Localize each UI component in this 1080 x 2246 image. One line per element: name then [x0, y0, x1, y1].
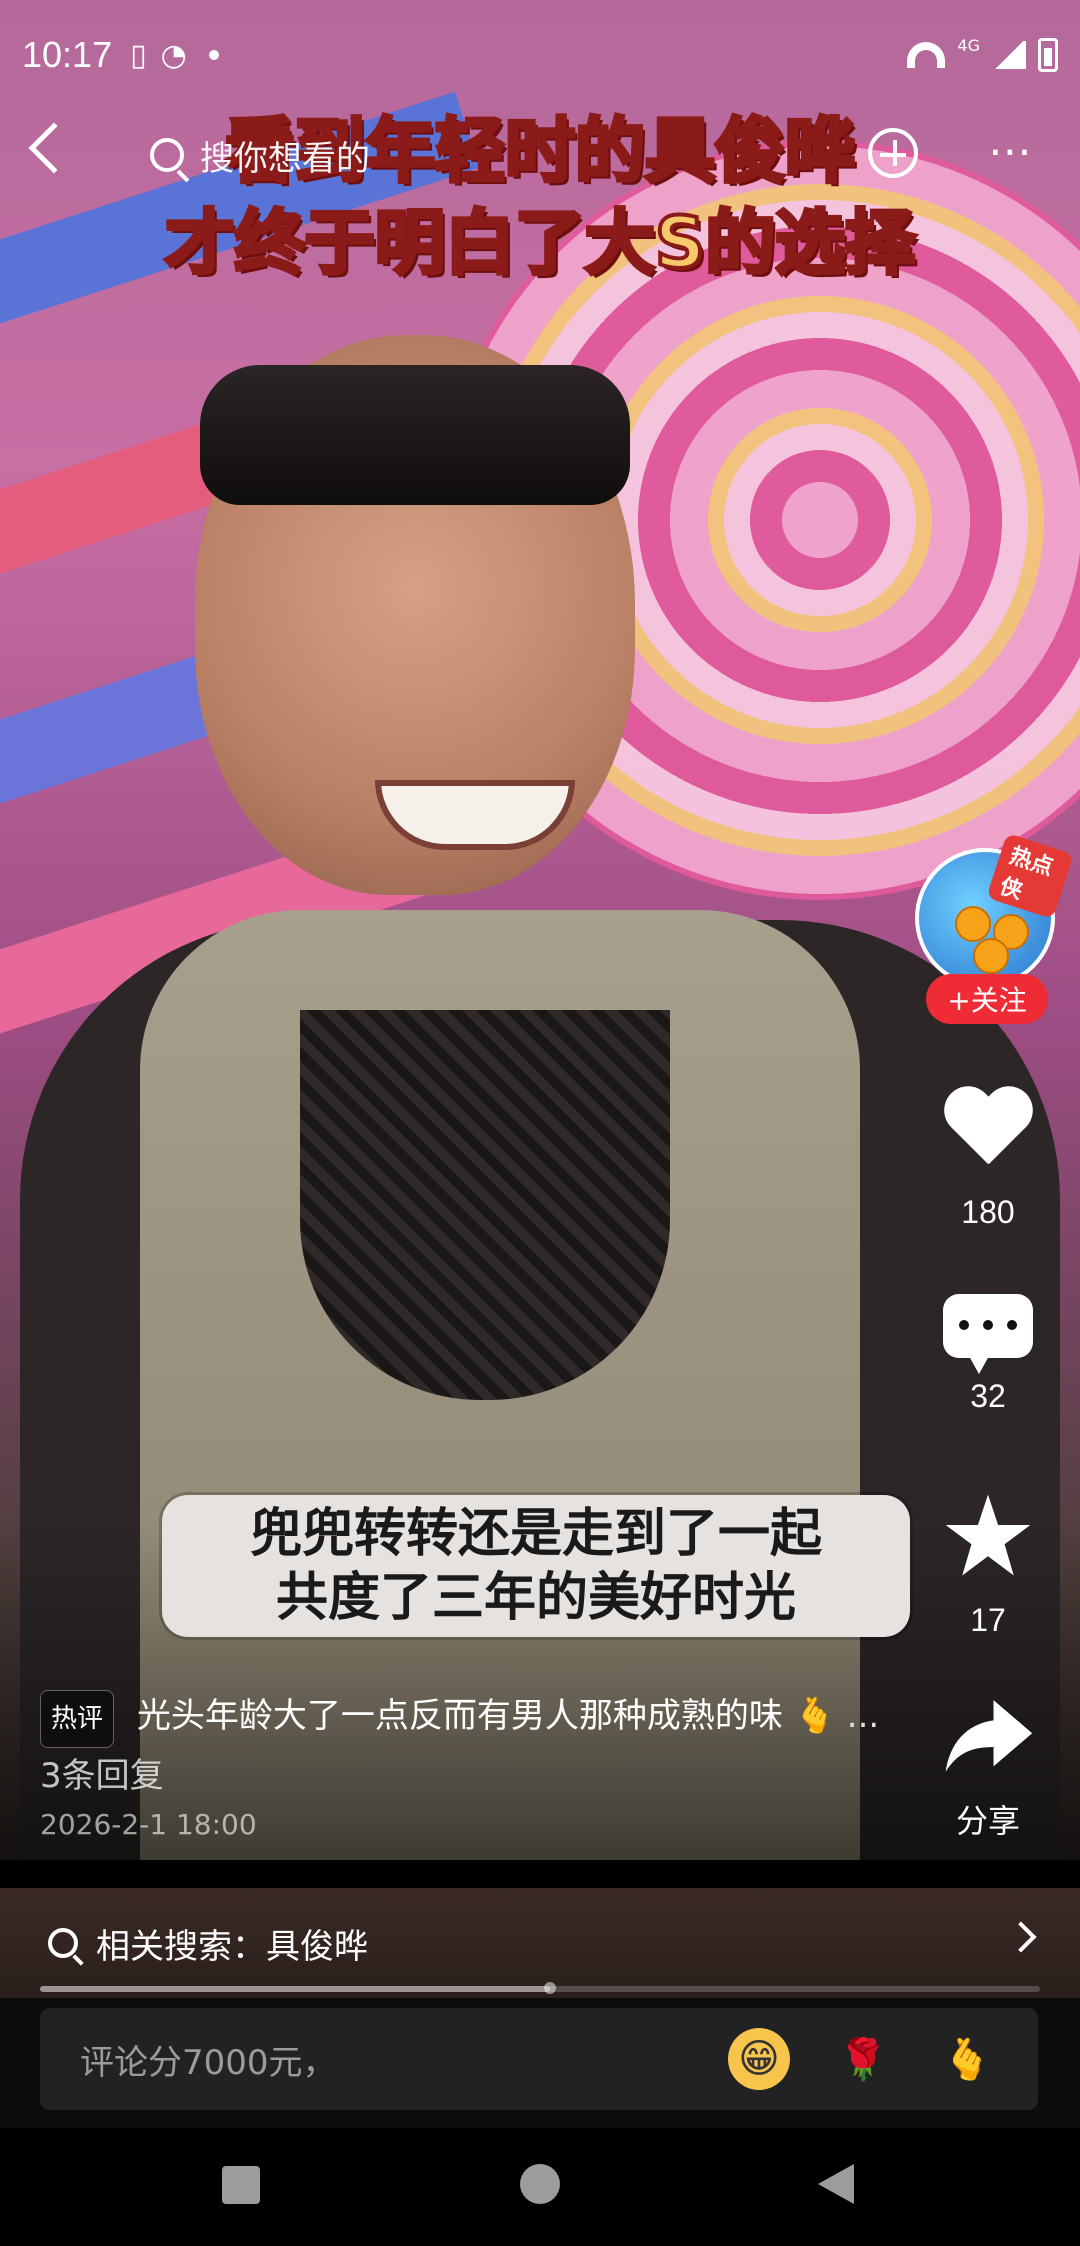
- wechat-icon: ◔: [160, 37, 187, 73]
- comment-dots: [959, 1320, 1017, 1332]
- search-placeholder: 搜你想看的: [200, 138, 370, 179]
- progress-fill: [40, 1986, 550, 1992]
- battery-icon: [1038, 38, 1058, 72]
- wifi-icon: [907, 42, 946, 68]
- share-label: 分享: [955, 1803, 1020, 1839]
- back-nav-icon[interactable]: [818, 2164, 854, 2204]
- flower-emoji-icon[interactable]: 🌹: [832, 2028, 894, 2090]
- home-icon[interactable]: [520, 2164, 560, 2204]
- subtitle-line-1: 兜兜转转还是走到了一起: [249, 1503, 822, 1564]
- person-sunglasses: [200, 365, 630, 505]
- comment-placeholder: 评论分7000元，: [80, 2042, 337, 2083]
- heart-hand-icon: 🫰: [793, 1696, 836, 1736]
- like-button[interactable]: 180: [928, 1088, 1048, 1231]
- more-icon[interactable]: ⋯: [988, 126, 1034, 177]
- comment-count: 32: [970, 1378, 1006, 1414]
- person-mesh-top: [300, 1010, 670, 1400]
- search-input[interactable]: 搜你想看的: [150, 120, 830, 190]
- status-right-icons: 4G: [907, 35, 1058, 72]
- share-button[interactable]: 分享: [928, 1696, 1048, 1842]
- follow-button[interactable]: +关注: [926, 974, 1048, 1024]
- subtitle-line-2: 共度了三年的美好时光: [275, 1567, 796, 1628]
- star-icon: [942, 1490, 1034, 1582]
- caption-line-2: 才终于明白了大S的选择: [163, 200, 917, 286]
- search-icon: [48, 1928, 78, 1958]
- status-bar: 10:17 ▯ ◔ 4G: [0, 0, 1080, 110]
- status-left-icons: ▯ ◔: [130, 38, 219, 73]
- vibrate-icon: ▯: [130, 37, 147, 73]
- heart-icon: [941, 1088, 1035, 1174]
- recent-apps-icon[interactable]: [222, 2166, 260, 2204]
- hot-comment-text: 光头年龄大了一点反而有男人那种成熟的味: [136, 1696, 783, 1736]
- orange-icon: [955, 906, 991, 942]
- favorite-button[interactable]: 17: [928, 1490, 1048, 1639]
- comment-button[interactable]: 32: [928, 1294, 1048, 1415]
- top-bar: 搜你想看的 ⋯: [0, 110, 1080, 200]
- comment-input-bar: 评论分7000元， 😁 🌹 🫰: [0, 1998, 1080, 2128]
- related-search: 相关搜索：具俊晔: [48, 1908, 368, 1978]
- grin-emoji-icon[interactable]: 😁: [728, 2028, 790, 2090]
- video-progress-bar[interactable]: [40, 1982, 1040, 1994]
- hot-comment[interactable]: 热评 光头年龄大了一点反而有男人那种成熟的味 🫰 ... 3条回复: [40, 1688, 900, 1804]
- like-count: 180: [961, 1194, 1015, 1230]
- video-subtitle: 兜兜转转还是走到了一起 共度了三年的美好时光: [162, 1495, 910, 1637]
- related-search-bar[interactable]: 相关搜索：具俊晔: [0, 1888, 1080, 1998]
- hot-comment-ellipsis: ...: [846, 1696, 880, 1736]
- favorite-count: 17: [970, 1602, 1006, 1638]
- progress-handle[interactable]: [544, 1982, 556, 1994]
- back-icon[interactable]: [28, 122, 80, 174]
- orange-icon: [973, 938, 1009, 974]
- hot-comment-date: 2026-2-1 18:00: [40, 1808, 257, 1841]
- signal-icon: [992, 41, 1026, 69]
- comment-input[interactable]: 评论分7000元， 😁 🌹 🫰: [40, 2008, 1038, 2110]
- chevron-right-icon: [1005, 1921, 1037, 1953]
- network-type: 4G: [957, 35, 980, 55]
- heart-hand-emoji-icon[interactable]: 🫰: [936, 2028, 998, 2090]
- add-icon[interactable]: [868, 128, 918, 178]
- status-time: 10:17: [22, 34, 113, 75]
- notification-dot: [208, 50, 219, 60]
- search-icon: [150, 138, 184, 172]
- related-search-label: 相关搜索：具俊晔: [96, 1926, 368, 1967]
- system-nav-bar: [0, 2128, 1080, 2246]
- hot-comment-badge: 热评: [40, 1690, 115, 1748]
- hot-comment-replies[interactable]: 3条回复: [40, 1756, 164, 1796]
- share-icon: [942, 1696, 1034, 1776]
- comment-icon: [943, 1294, 1033, 1374]
